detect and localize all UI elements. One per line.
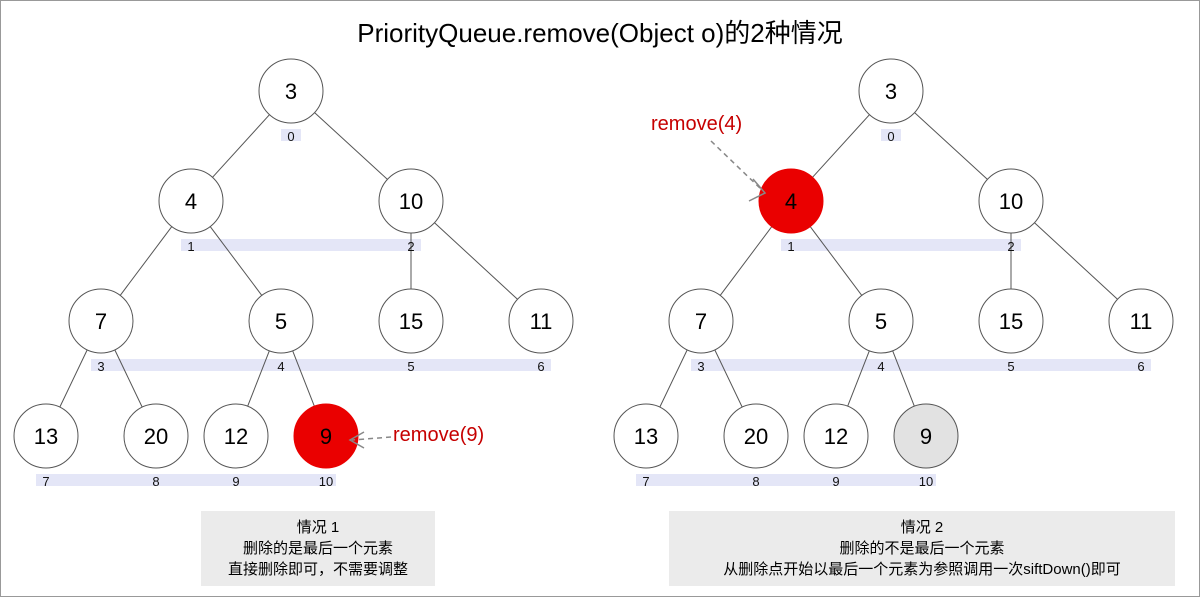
svg-text:4: 4 bbox=[277, 359, 284, 374]
svg-text:3: 3 bbox=[97, 359, 104, 374]
svg-text:7: 7 bbox=[95, 309, 107, 334]
svg-text:4: 4 bbox=[185, 189, 197, 214]
svg-text:3: 3 bbox=[285, 79, 297, 104]
svg-text:20: 20 bbox=[144, 424, 168, 449]
caption-right-line2: 从删除点开始以最后一个元素为参照调用一次siftDown()即可 bbox=[681, 559, 1163, 580]
svg-text:9: 9 bbox=[832, 474, 839, 489]
svg-text:2: 2 bbox=[1007, 239, 1014, 254]
caption-right: 情况 2 删除的不是最后一个元素 从删除点开始以最后一个元素为参照调用一次sif… bbox=[669, 511, 1175, 586]
caption-left: 情况 1 删除的是最后一个元素 直接删除即可，不需要调整 bbox=[201, 511, 435, 586]
svg-text:6: 6 bbox=[537, 359, 544, 374]
svg-text:13: 13 bbox=[34, 424, 58, 449]
svg-text:7: 7 bbox=[42, 474, 49, 489]
svg-text:5: 5 bbox=[875, 309, 887, 334]
annotation-left: remove(9) bbox=[393, 424, 484, 447]
svg-text:8: 8 bbox=[752, 474, 759, 489]
caption-right-line1: 删除的不是最后一个元素 bbox=[681, 538, 1163, 559]
svg-text:4: 4 bbox=[877, 359, 884, 374]
svg-text:5: 5 bbox=[1007, 359, 1014, 374]
svg-text:11: 11 bbox=[1130, 309, 1153, 334]
svg-text:5: 5 bbox=[275, 309, 287, 334]
svg-text:0: 0 bbox=[287, 129, 294, 144]
svg-text:3: 3 bbox=[885, 79, 897, 104]
svg-text:15: 15 bbox=[999, 309, 1023, 334]
svg-text:3: 3 bbox=[697, 359, 704, 374]
svg-text:5: 5 bbox=[407, 359, 414, 374]
svg-text:10: 10 bbox=[999, 189, 1023, 214]
svg-text:13: 13 bbox=[634, 424, 658, 449]
svg-text:12: 12 bbox=[824, 424, 848, 449]
svg-text:8: 8 bbox=[152, 474, 159, 489]
svg-text:9: 9 bbox=[320, 424, 332, 449]
svg-text:12: 12 bbox=[224, 424, 248, 449]
svg-text:1: 1 bbox=[787, 239, 794, 254]
tree-left: 3 0 4 1 10 2 7 3 5 4 15 5 11 6 13 7 20 8 12 9 9 10 bbox=[1, 1, 601, 598]
svg-text:6: 6 bbox=[1137, 359, 1144, 374]
svg-text:10: 10 bbox=[319, 474, 333, 489]
caption-left-line2: 直接删除即可，不需要调整 bbox=[213, 559, 423, 580]
svg-text:20: 20 bbox=[744, 424, 768, 449]
annotation-right: remove(4) bbox=[651, 113, 742, 136]
svg-text:10: 10 bbox=[919, 474, 933, 489]
svg-text:10: 10 bbox=[399, 189, 423, 214]
svg-text:7: 7 bbox=[642, 474, 649, 489]
svg-text:2: 2 bbox=[407, 239, 414, 254]
svg-text:9: 9 bbox=[920, 424, 932, 449]
svg-text:1: 1 bbox=[187, 239, 194, 254]
svg-text:0: 0 bbox=[887, 129, 894, 144]
svg-text:9: 9 bbox=[232, 474, 239, 489]
svg-text:15: 15 bbox=[399, 309, 423, 334]
caption-left-title: 情况 1 bbox=[213, 517, 423, 538]
svg-text:7: 7 bbox=[695, 309, 707, 334]
caption-right-title: 情况 2 bbox=[681, 517, 1163, 538]
caption-left-line1: 删除的是最后一个元素 bbox=[213, 538, 423, 559]
diagram-frame: PriorityQueue.remove(Object o)的2种情况 3041… bbox=[0, 0, 1200, 597]
svg-text:11: 11 bbox=[530, 309, 553, 334]
tree-right: 3 0 4 1 10 2 7 3 5 4 15 5 11 6 13 7 20 8 12 9 9 10 bbox=[601, 1, 1200, 598]
svg-text:4: 4 bbox=[785, 189, 797, 214]
